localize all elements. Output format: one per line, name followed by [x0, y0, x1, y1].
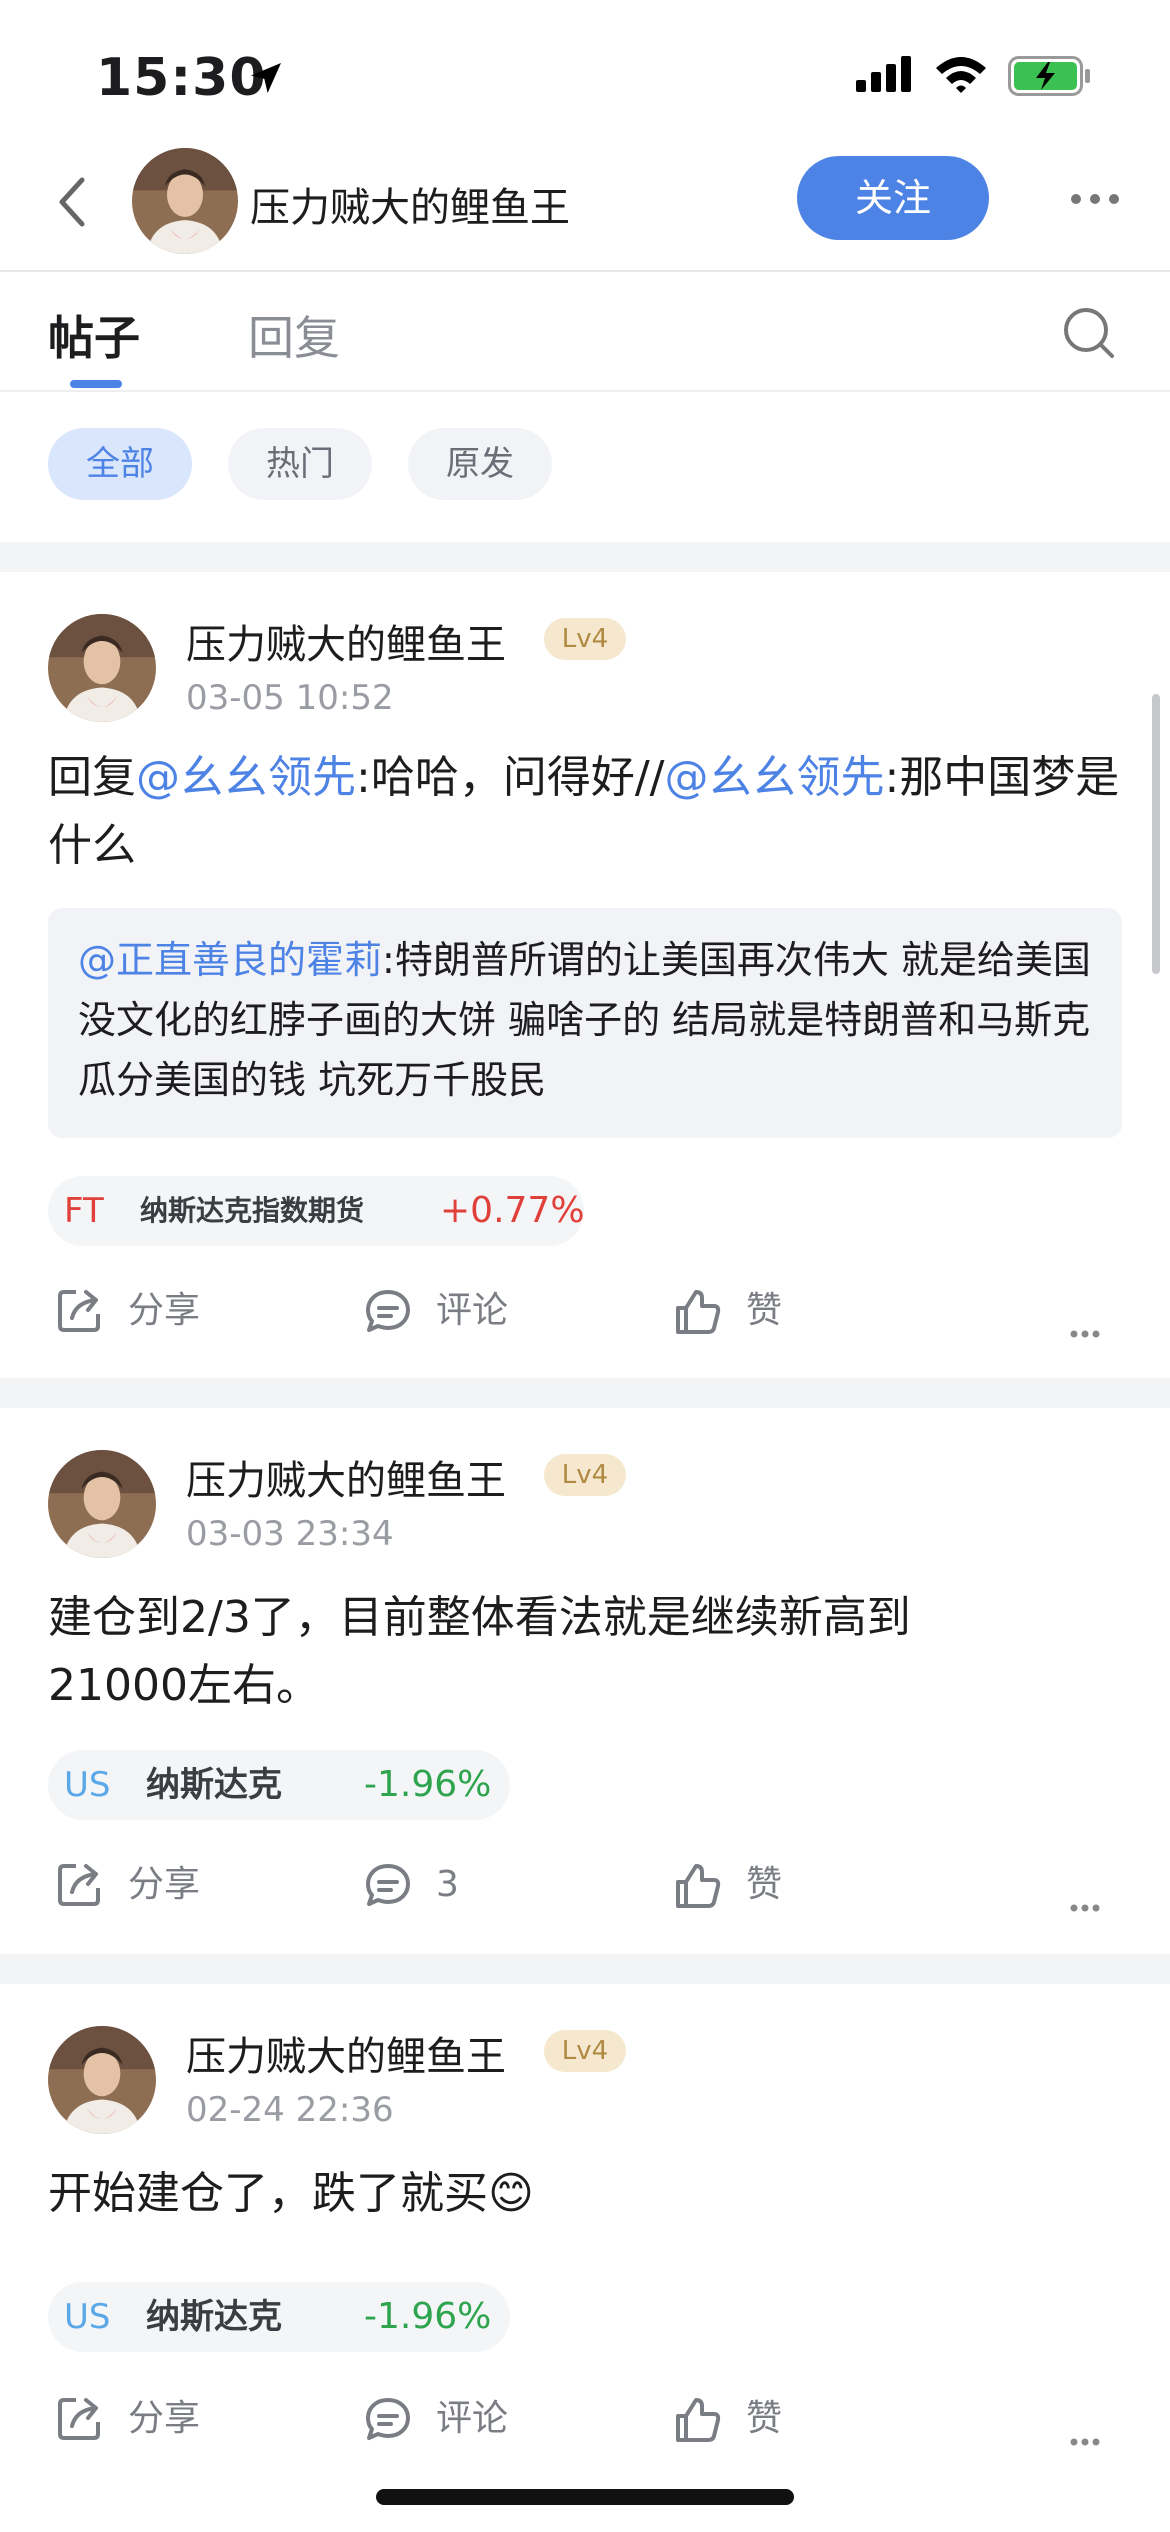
home-indicator[interactable] [376, 2489, 794, 2505]
comment-icon [364, 1862, 412, 1917]
share-label: 分享 [128, 1864, 201, 1905]
section-divider [0, 1954, 1170, 1984]
post-time: 02-24 22:36 [186, 2090, 394, 2130]
stock-change: +0.77% [440, 1190, 585, 1231]
post-author-avatar[interactable] [48, 1450, 156, 1558]
stock-change: -1.96% [364, 1764, 492, 1805]
comment-label: 评论 [436, 2398, 509, 2439]
section-divider [0, 1378, 1170, 1408]
share-label: 分享 [128, 2398, 201, 2439]
post-card[interactable]: 压力贼大的鲤鱼王 Lv4 03-03 23:34 建仓到2/3了，目前整体看法就… [0, 1408, 1170, 1954]
stock-tag[interactable]: US 纳斯达克 -1.96% [48, 1750, 510, 1820]
like-label: 赞 [746, 2398, 783, 2439]
thumbs-up-icon [674, 2396, 722, 2453]
post-author-name[interactable]: 压力贼大的鲤鱼王 [186, 612, 506, 670]
post-author-avatar[interactable] [48, 2026, 156, 2134]
post-card[interactable]: 压力贼大的鲤鱼王 Lv4 02-24 22:36 开始建仓了，跌了就买😊 US … [0, 1984, 1170, 2504]
post-time: 03-05 10:52 [186, 678, 394, 718]
post-text-segment: :哈哈，问得好// [356, 752, 665, 803]
thumbs-up-icon [674, 1288, 722, 1345]
tab-posts[interactable]: 帖子 [48, 302, 140, 368]
stock-name: 纳斯达克 [146, 2297, 282, 2337]
profile-name: 压力贼大的鲤鱼王 [250, 185, 570, 231]
like-label: 赞 [746, 1290, 783, 1331]
post-actions: 分享 3 赞 [0, 1840, 1170, 1930]
more-dots-icon [1070, 2414, 1100, 2455]
location-icon [246, 58, 286, 102]
stock-market-code: FT [64, 1191, 104, 1231]
follow-button[interactable]: 关注 [797, 156, 989, 240]
battery-icon [1008, 56, 1092, 100]
status-time: 15:30 [96, 48, 267, 108]
post-author-name[interactable]: 压力贼大的鲤鱼王 [186, 2024, 506, 2082]
share-label: 分享 [128, 1290, 201, 1331]
stock-tag[interactable]: FT 纳斯达克指数期货 +0.77% [48, 1176, 585, 1246]
level-badge: Lv4 [544, 2030, 626, 2072]
post-actions: 分享 评论 赞 [0, 1266, 1170, 1356]
mention-link[interactable]: @幺幺领先 [664, 752, 884, 803]
profile-avatar[interactable] [132, 148, 238, 254]
stock-market-code: US [64, 1765, 111, 1805]
stock-change: -1.96% [364, 2296, 492, 2337]
filter-bar: 全部 热门 原发 [0, 394, 1170, 542]
mention-link[interactable]: @幺幺领先 [136, 752, 356, 803]
thumbs-up-icon [674, 1862, 722, 1919]
reply-prefix: 回复 [48, 752, 136, 803]
stock-tag[interactable]: US 纳斯达克 -1.96% [48, 2282, 510, 2352]
comment-icon [364, 2396, 412, 2451]
navigation-bar: 压力贼大的鲤鱼王 关注 [0, 140, 1170, 272]
mention-link[interactable]: @正直善良的霍莉 [78, 938, 382, 982]
more-dots-icon [1070, 1880, 1100, 1921]
comment-count: 3 [436, 1864, 459, 1905]
more-dots-icon [1070, 1306, 1100, 1347]
tab-bar: 帖子 回复 [0, 274, 1170, 392]
level-badge: Lv4 [544, 1454, 626, 1496]
share-icon [56, 1288, 102, 1343]
quoted-post[interactable]: @正直善良的霍莉:特朗普所谓的让美国再次伟大 就是给美国没文化的红脖子画的大饼 … [48, 908, 1122, 1138]
filter-all[interactable]: 全部 [48, 428, 192, 500]
section-divider [0, 542, 1170, 572]
tab-replies[interactable]: 回复 [248, 302, 340, 368]
stock-market-code: US [64, 2297, 111, 2337]
post-text[interactable]: 开始建仓了，跌了就买😊 [48, 2160, 1122, 2228]
comment-icon [364, 1288, 412, 1343]
filter-original[interactable]: 原发 [408, 428, 552, 500]
post-actions: 分享 评论 赞 [0, 2374, 1170, 2464]
scrollbar[interactable] [1152, 694, 1160, 974]
tab-active-indicator [70, 380, 122, 388]
post-text[interactable]: 回复@幺幺领先:哈哈，问得好//@幺幺领先:那中国梦是什么 [48, 744, 1122, 880]
post-author-name[interactable]: 压力贼大的鲤鱼王 [186, 1448, 506, 1506]
post-author-avatar[interactable] [48, 614, 156, 722]
filter-hot[interactable]: 热门 [228, 428, 372, 500]
post-time: 03-03 23:34 [186, 1514, 394, 1554]
stock-name: 纳斯达克指数期货 [140, 1194, 365, 1227]
status-bar: 15:30 [0, 0, 1170, 140]
comment-label: 评论 [436, 1290, 509, 1331]
stock-name: 纳斯达克 [146, 1765, 282, 1805]
post-card[interactable]: 压力贼大的鲤鱼王 Lv4 03-05 10:52 回复@幺幺领先:哈哈，问得好/… [0, 572, 1170, 1378]
share-icon [56, 1862, 102, 1917]
level-badge: Lv4 [544, 618, 626, 660]
search-icon[interactable] [1062, 306, 1116, 364]
like-label: 赞 [746, 1864, 783, 1905]
cellular-signal-icon [856, 56, 914, 96]
wifi-icon [934, 54, 988, 98]
back-arrow-icon[interactable] [52, 172, 92, 236]
more-options-icon[interactable] [1070, 190, 1120, 209]
post-text[interactable]: 建仓到2/3了，目前整体看法就是继续新高到21000左右。 [48, 1584, 1048, 1720]
share-icon [56, 2396, 102, 2451]
